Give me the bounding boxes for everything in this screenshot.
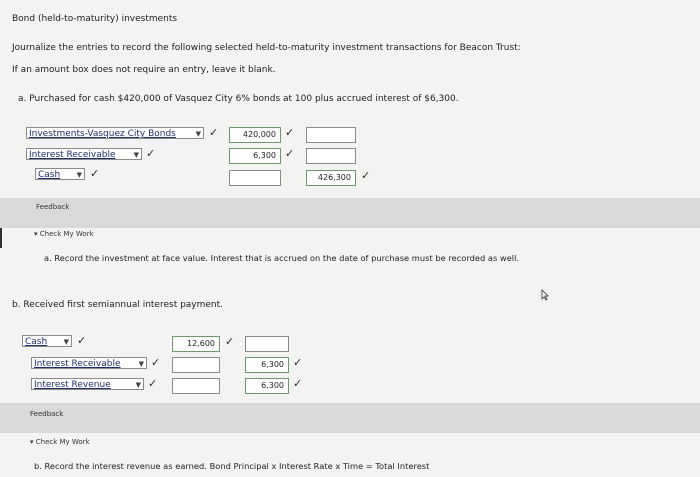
checkmark-icon: ✓	[209, 126, 219, 139]
checkmark-icon: ✓	[293, 356, 303, 369]
account-select-b1[interactable]: Cash ▼	[22, 335, 72, 347]
account-select-b2[interactable]: Interest Receivable ▼	[31, 357, 147, 369]
checkmark-icon: ✓	[293, 377, 303, 390]
checkmark-icon: ✓	[285, 147, 295, 160]
dropdown-arrow-icon: ▼	[135, 381, 141, 389]
account-select-a3[interactable]: Cash ▼	[35, 168, 85, 180]
account-select-a2[interactable]: Interest Receivable ▼	[26, 148, 142, 160]
checkmark-icon: ✓	[148, 377, 158, 390]
check-my-work-label: Check My Work	[39, 230, 94, 238]
dropdown-arrow-icon: ▼	[76, 171, 82, 179]
debit-amount-a2[interactable]: 6,300	[229, 148, 281, 164]
credit-amount-a3[interactable]: 426,300	[306, 170, 356, 186]
credit-amount-a1[interactable]	[306, 127, 356, 143]
feedback-band-a	[0, 198, 700, 228]
debit-amount-a3[interactable]	[229, 170, 281, 186]
account-label: Cash	[25, 337, 48, 347]
check-my-work-b[interactable]: ▾ Check My Work	[30, 438, 90, 446]
feedback-text-b: b. Record the interest revenue as earned…	[34, 461, 430, 471]
feedback-label-a: Feedback	[36, 203, 70, 211]
debit-amount-a1[interactable]: 420,000	[229, 127, 281, 143]
credit-amount-b2[interactable]: 6,300	[245, 357, 289, 373]
checkmark-icon: ✓	[151, 356, 161, 369]
dropdown-arrow-icon: ▼	[133, 151, 139, 159]
check-my-work-label: Check My Work	[35, 438, 90, 446]
checkmark-icon: ✓	[146, 147, 156, 160]
checkmark-icon: ✓	[225, 335, 235, 348]
checkmark-icon: ✓	[285, 126, 295, 139]
part-a-prompt: a. Purchased for cash $420,000 of Vasque…	[18, 94, 459, 104]
account-label: Interest Receivable	[34, 359, 121, 369]
mouse-cursor-icon	[541, 289, 549, 301]
account-label: Investments-Vasquez City Bonds	[29, 129, 176, 139]
account-select-a1[interactable]: Investments-Vasquez City Bonds ▼	[26, 127, 204, 139]
checkmark-icon: ✓	[361, 169, 371, 182]
dropdown-arrow-icon: ▼	[63, 338, 69, 346]
scroll-marker	[0, 228, 2, 248]
debit-amount-b1[interactable]: 12,600	[172, 336, 220, 352]
checkmark-icon: ✓	[77, 334, 87, 347]
account-label: Cash	[38, 170, 61, 180]
blank-note: If an amount box does not require an ent…	[12, 65, 276, 75]
feedback-text-a: a. Record the investment at face value. …	[44, 253, 520, 263]
instructions: Journalize the entries to record the fol…	[12, 43, 521, 53]
account-label: Interest Revenue	[34, 380, 111, 390]
debit-amount-b3[interactable]	[172, 378, 220, 394]
check-my-work-a[interactable]: ▾ Check My Work	[34, 230, 94, 238]
feedback-band-b	[0, 403, 700, 433]
page-title: Bond (held-to-maturity) investments	[12, 14, 178, 24]
checkmark-icon: ✓	[90, 167, 100, 180]
credit-amount-a2[interactable]	[306, 148, 356, 164]
dropdown-arrow-icon: ▼	[138, 360, 144, 368]
account-select-b3[interactable]: Interest Revenue ▼	[31, 378, 144, 390]
dropdown-arrow-icon: ▼	[195, 130, 201, 138]
part-b-prompt: b. Received first semiannual interest pa…	[12, 300, 224, 310]
feedback-label-b: Feedback	[30, 410, 64, 418]
account-label: Interest Receivable	[29, 150, 116, 160]
credit-amount-b3[interactable]: 6,300	[245, 378, 289, 394]
credit-amount-b1[interactable]	[245, 336, 289, 352]
debit-amount-b2[interactable]	[172, 357, 220, 373]
